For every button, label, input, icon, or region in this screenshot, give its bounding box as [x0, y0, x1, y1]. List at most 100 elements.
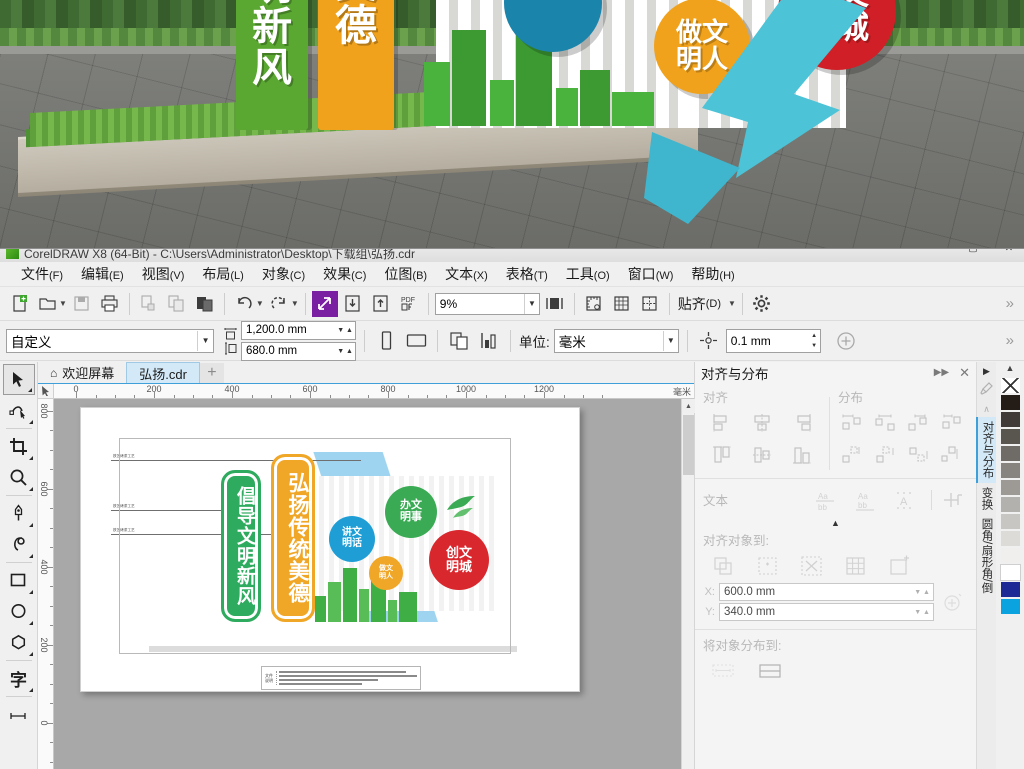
snap-to-button[interactable]: 贴齐 (D): [676, 294, 723, 314]
page-preset-combo[interactable]: ▼: [6, 328, 214, 353]
crop-flyout-icon[interactable]: [28, 456, 33, 460]
zoom-flyout-icon[interactable]: [28, 487, 33, 491]
nudge-spinner[interactable]: ▲ ▼: [808, 331, 819, 351]
show-guides-icon[interactable]: [637, 291, 663, 317]
add-tab-button[interactable]: +: [199, 363, 224, 383]
align-bottom-icon[interactable]: [783, 440, 821, 470]
zoom-dropdown-icon[interactable]: ▼: [524, 293, 539, 314]
show-grid-icon[interactable]: [609, 291, 635, 317]
bspline-flyout-icon[interactable]: [28, 554, 33, 558]
align-x-field[interactable]: 600.0 mm ▼ ▲: [719, 583, 934, 601]
nudge-field[interactable]: ▲▼: [725, 328, 821, 353]
text-baseline-first-icon[interactable]: Aa bb: [805, 485, 845, 515]
polygon-flyout-icon[interactable]: [28, 652, 33, 656]
tool-ellipse[interactable]: [3, 596, 35, 627]
align-x-spinner[interactable]: ▼ ▲: [914, 589, 933, 596]
close-button[interactable]: ✕: [998, 249, 1020, 255]
docker-rail-collapse-icon[interactable]: ∧: [983, 402, 990, 417]
ellipse-flyout-icon[interactable]: [28, 621, 33, 625]
print-icon[interactable]: [97, 291, 123, 317]
current-page-icon[interactable]: [476, 328, 502, 354]
portrait-orientation-icon[interactable]: [373, 328, 399, 354]
snap-dropdown-icon[interactable]: ▼: [728, 299, 736, 308]
options-gear-icon[interactable]: [749, 291, 775, 317]
unit-combo[interactable]: ▼: [553, 328, 679, 353]
menu-effects[interactable]: 效果(C): [314, 261, 375, 287]
docker-collapse-icon[interactable]: ▶▶: [934, 367, 949, 378]
paste-icon[interactable]: [192, 291, 218, 317]
menu-window[interactable]: 窗口(W): [619, 261, 683, 287]
distribute-spacing-vertical-icon[interactable]: [904, 440, 935, 470]
copy-icon[interactable]: [164, 291, 190, 317]
menu-text[interactable]: 文本(X): [436, 261, 497, 287]
tool-text[interactable]: 字: [3, 663, 35, 694]
page-preset-input[interactable]: [7, 331, 198, 350]
menu-bitmaps[interactable]: 位图(B): [375, 261, 436, 287]
landscape-orientation-icon[interactable]: [403, 328, 429, 354]
distribute-bottom-icon[interactable]: [937, 440, 968, 470]
rectangle-flyout-icon[interactable]: [28, 590, 33, 594]
distribute-to-page-extent-icon[interactable]: [749, 656, 791, 686]
text-baseline-last-icon[interactable]: Aa bb: [845, 485, 885, 515]
property-overflow-icon[interactable]: »: [1006, 332, 1018, 349]
menu-help[interactable]: 帮助(H): [682, 261, 743, 287]
file-description-box[interactable]: 文件 说明: [261, 666, 421, 690]
open-dropdown-icon[interactable]: ▼: [59, 299, 67, 308]
zoom-to-fit-icon[interactable]: [542, 291, 568, 317]
cut-icon[interactable]: [136, 291, 162, 317]
swatch-color[interactable]: [999, 530, 1021, 547]
apply-align-icon[interactable]: [938, 485, 968, 515]
open-document-icon[interactable]: [34, 291, 60, 317]
page-height-spinner[interactable]: ▼ ▲: [337, 348, 355, 355]
align-to-grid-icon[interactable]: [835, 551, 877, 581]
show-rulers-icon[interactable]: [581, 291, 607, 317]
docker-rail-arrow-icon[interactable]: ▶: [983, 364, 990, 379]
swatch-color[interactable]: [999, 479, 1021, 496]
nudge-input[interactable]: [726, 331, 809, 350]
palette-scroll-up-icon[interactable]: ▲: [1006, 363, 1015, 376]
text-bounding-box-icon[interactable]: A: [885, 485, 925, 515]
distribute-center-horizontal-icon[interactable]: [871, 408, 902, 438]
swatch-color[interactable]: [999, 581, 1021, 598]
align-left-icon[interactable]: [703, 408, 741, 438]
canvas-vertical-scrollbar[interactable]: ▲: [681, 399, 695, 769]
swatch-no-fill[interactable]: [999, 377, 1021, 394]
tool-shape[interactable]: [3, 395, 35, 426]
page-preset-dropdown-icon[interactable]: ▼: [197, 330, 213, 351]
ruler-origin-corner[interactable]: [38, 384, 54, 399]
swatch-color[interactable]: [999, 513, 1021, 530]
horizontal-ruler[interactable]: 0 200 400 600 800 1000 1200 毫米: [54, 384, 694, 399]
align-center-vertical-icon[interactable]: [743, 440, 781, 470]
menu-table[interactable]: 表格(T): [497, 261, 557, 287]
tool-pick[interactable]: [2, 364, 35, 395]
align-y-spinner[interactable]: ▼ ▲: [914, 609, 933, 616]
menu-object[interactable]: 对象(C): [253, 261, 314, 287]
menu-tools[interactable]: 工具(O): [557, 261, 619, 287]
tool-parallel-dimension[interactable]: [3, 699, 35, 730]
shape-flyout-icon[interactable]: [28, 420, 33, 424]
toolbar-overflow-icon[interactable]: »: [1006, 295, 1018, 312]
menu-file[interactable]: 文件(F): [12, 261, 72, 287]
align-to-edge-of-page-icon[interactable]: [747, 551, 789, 581]
swatch-color[interactable]: [999, 496, 1021, 513]
zoom-level-combo[interactable]: ▼: [434, 292, 540, 315]
text-flyout-icon[interactable]: [28, 688, 33, 692]
docker-tab-align-distribute[interactable]: 对齐与分布: [975, 417, 998, 483]
document-page[interactable]: 铁艺烤漆工艺 铁艺烤漆工艺 铁艺烤漆工艺 倡导文明新风 弘扬传统美德 讲文明话 …: [80, 407, 580, 692]
unit-dropdown-icon[interactable]: ▼: [662, 330, 678, 351]
zoom-level-input[interactable]: [435, 294, 525, 313]
artwork-group[interactable]: 铁艺烤漆工艺 铁艺烤漆工艺 铁艺烤漆工艺 倡导文明新风 弘扬传统美德 讲文明话 …: [111, 434, 533, 690]
swatch-color[interactable]: [999, 462, 1021, 479]
scroll-up-icon[interactable]: ▲: [682, 399, 695, 413]
export-icon[interactable]: [368, 291, 394, 317]
freehand-flyout-icon[interactable]: [28, 523, 33, 527]
tool-freehand[interactable]: [3, 498, 35, 529]
import-icon[interactable]: [340, 291, 366, 317]
eyedropper-docker-icon[interactable]: [980, 379, 993, 402]
swatch-color[interactable]: [999, 394, 1021, 411]
scrollbar-thumb[interactable]: [683, 415, 694, 475]
tool-zoom[interactable]: [3, 462, 35, 493]
align-right-icon[interactable]: [783, 408, 821, 438]
swatch-color[interactable]: [999, 445, 1021, 462]
new-document-icon[interactable]: [6, 291, 32, 317]
